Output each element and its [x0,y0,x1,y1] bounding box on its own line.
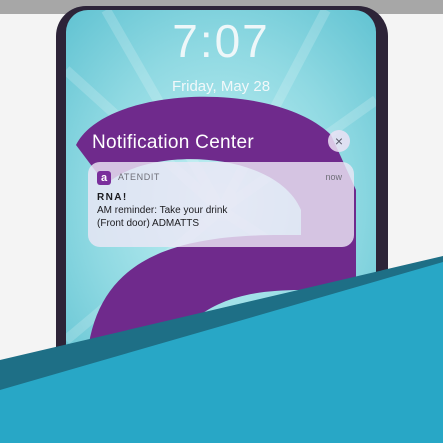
corner-banner [0,256,443,443]
